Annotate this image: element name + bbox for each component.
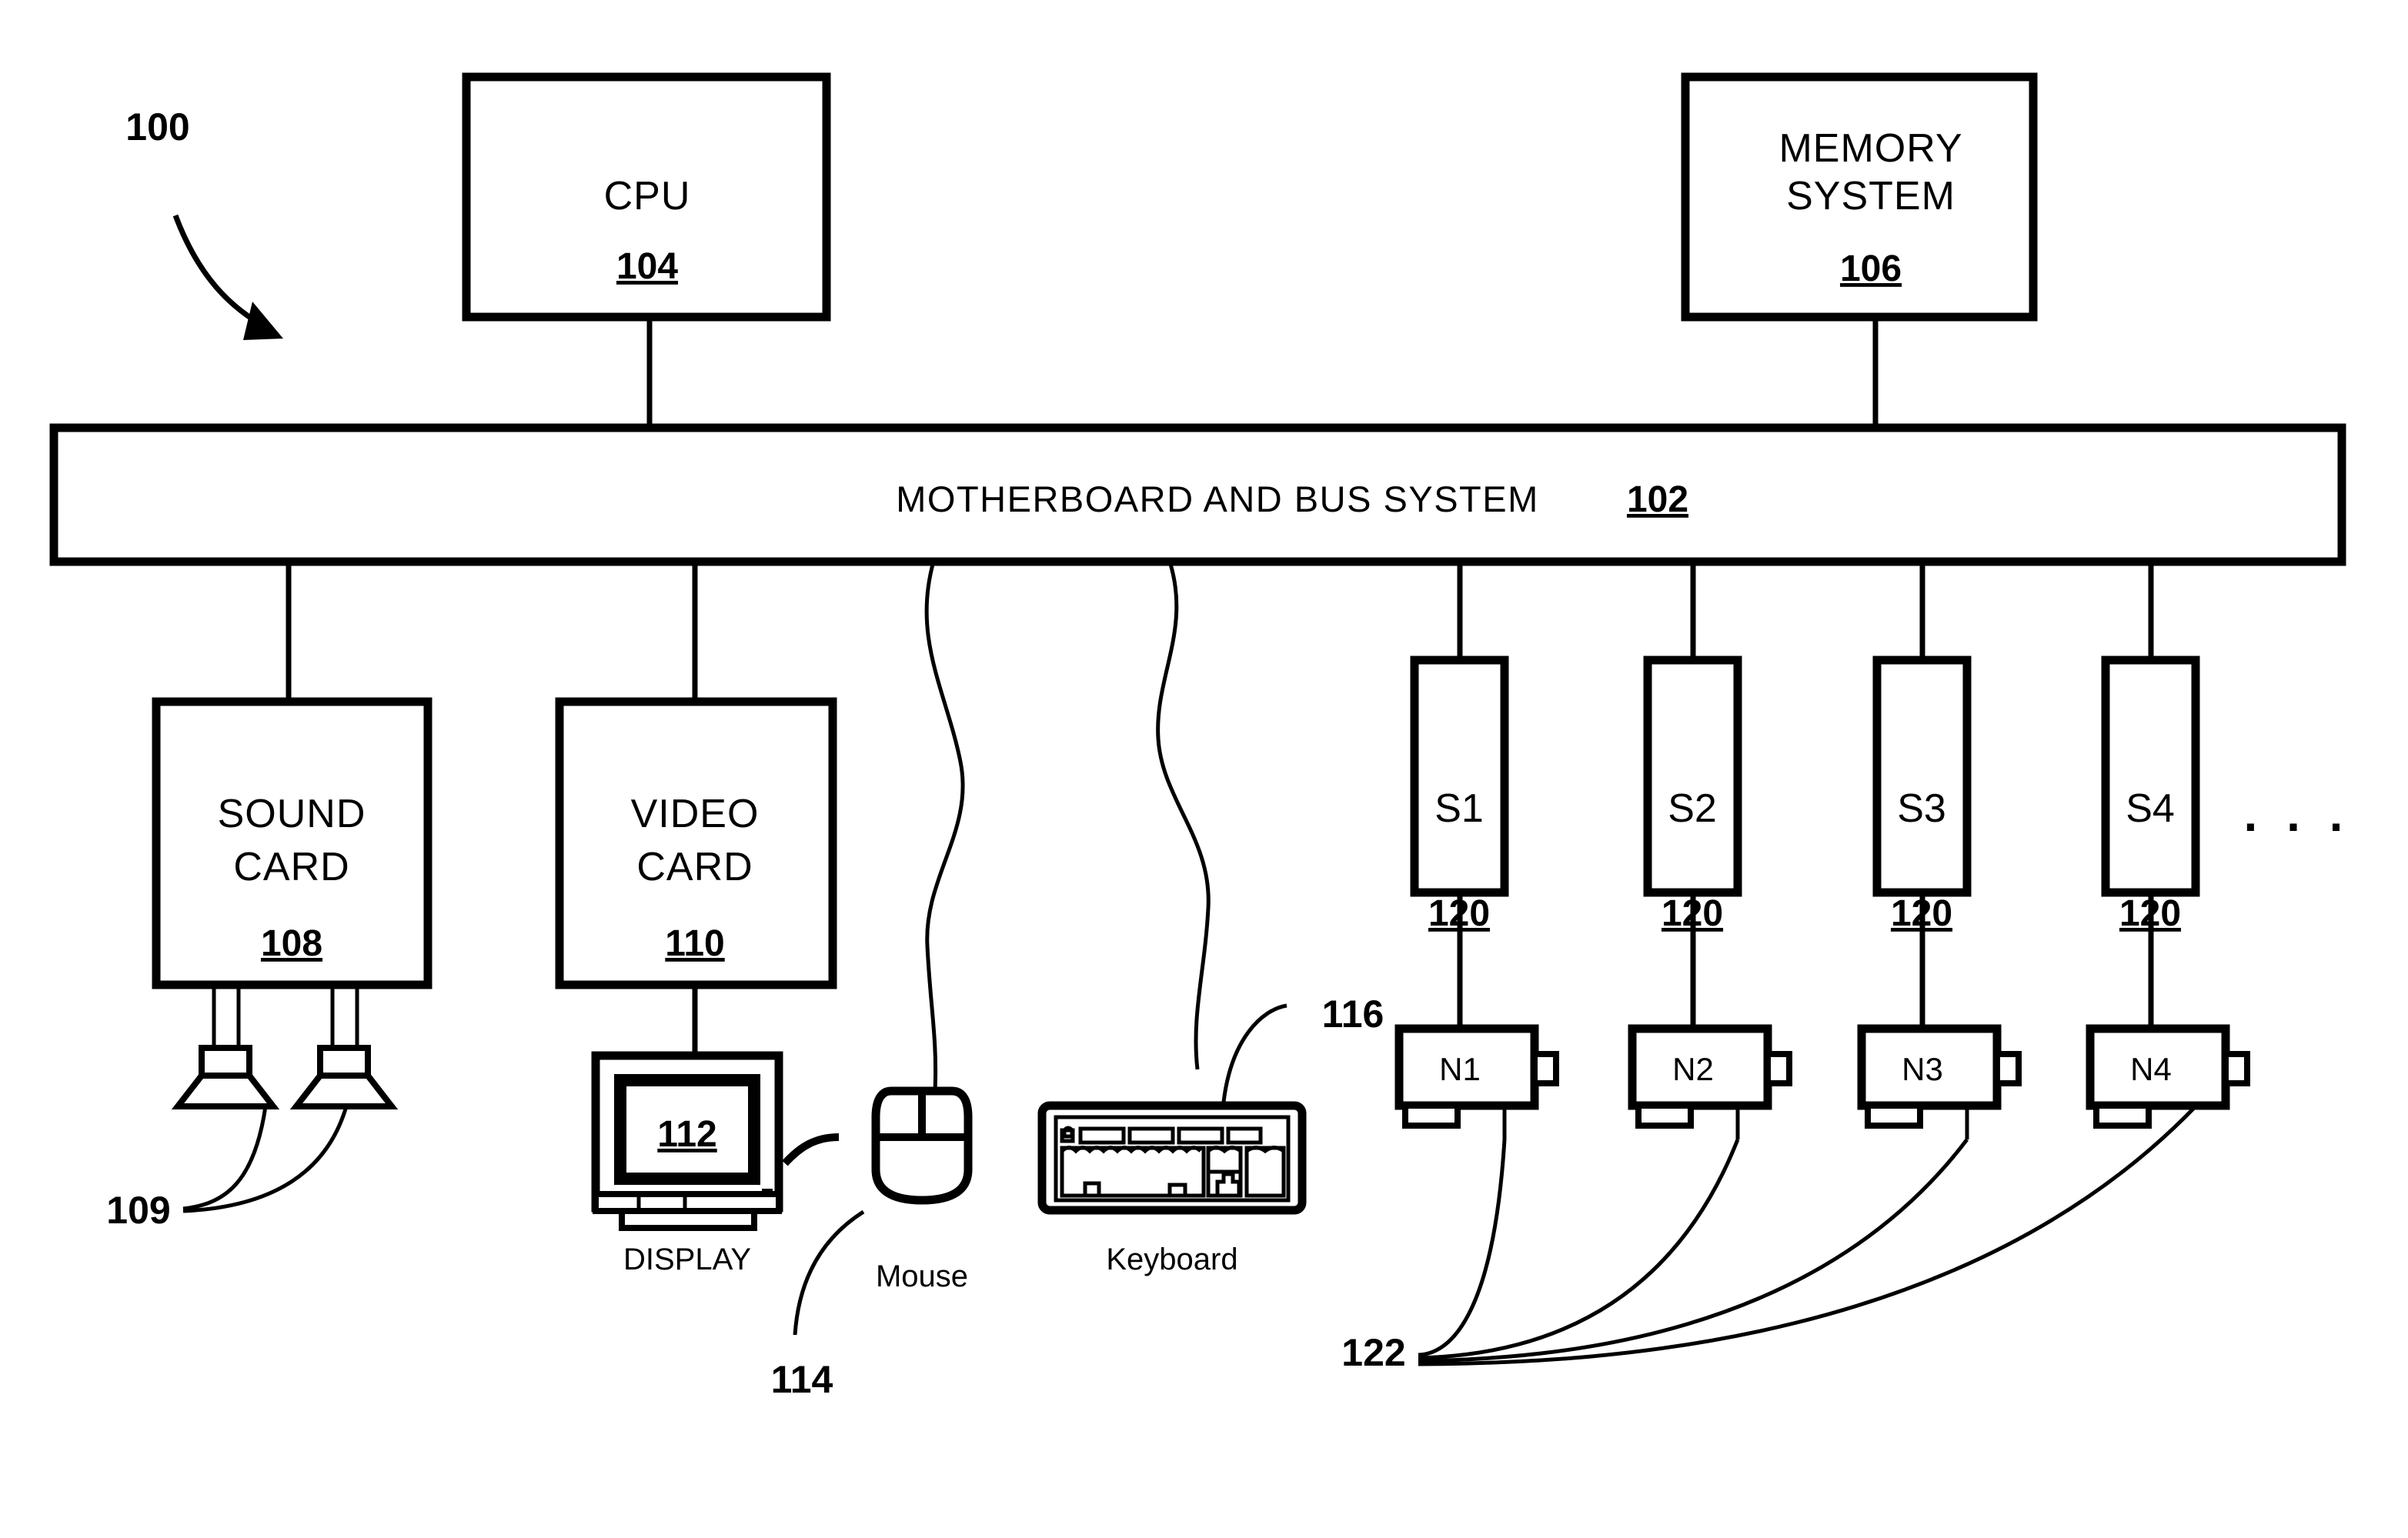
video-card-label-line1: VIDEO [631,792,760,836]
video-card-label-line2: CARD [636,845,753,889]
display-caption: DISPLAY [623,1243,751,1276]
video-card-ref: 110 [665,923,724,964]
memory-ref: 106 [1840,249,1902,289]
keyboard-ref-116: 116 [1322,993,1384,1036]
keyboard-caption: Keyboard [1106,1243,1237,1276]
memory-label-line1: MEMORY [1778,126,1962,171]
text-svg: 100 CPU 104 MEMORY SYSTEM 106 MOTHERBOAR… [106,105,2351,1401]
display-ref-112: 112 [657,1114,716,1155]
node-label-2: N2 [1672,1051,1714,1087]
sound-card-ref: 108 [261,923,322,964]
speakers-ref-109: 109 [106,1189,170,1232]
node-label-4: N4 [2130,1051,2172,1087]
memory-label-line2: SYSTEM [1786,174,1955,219]
mouse-ref-114: 114 [771,1358,833,1401]
slot-label-3: S3 [1897,786,1946,831]
sound-card-label-line2: CARD [233,845,349,889]
slot-label-1: S1 [1434,786,1484,831]
cpu-ref: 104 [616,246,678,287]
bus-label: MOTHERBOARD AND BUS SYSTEM [896,479,1539,519]
node-label-3: N3 [1902,1051,1943,1087]
sound-card-label-line1: SOUND [218,792,366,836]
cpu-label: CPU [604,174,691,219]
slot-ref-3: 120 [1891,893,1952,934]
slot-label-4: S4 [2126,786,2175,831]
mouse-caption: Mouse [876,1259,968,1293]
figure-canvas: 100 CPU 104 MEMORY SYSTEM 106 MOTHERBOAR… [0,0,2408,1538]
continuation-ellipsis: . . . [2244,786,2351,842]
device-bundle-ref-122: 122 [1341,1331,1405,1374]
node-label-1: N1 [1439,1051,1481,1087]
slot-ref-4: 120 [2119,893,2181,934]
slot-label-2: S2 [1668,786,1717,831]
system-ref-100: 100 [125,105,189,148]
bus-ref: 102 [1627,479,1688,520]
slot-ref-1: 120 [1428,893,1490,934]
slot-ref-2: 120 [1662,893,1723,934]
